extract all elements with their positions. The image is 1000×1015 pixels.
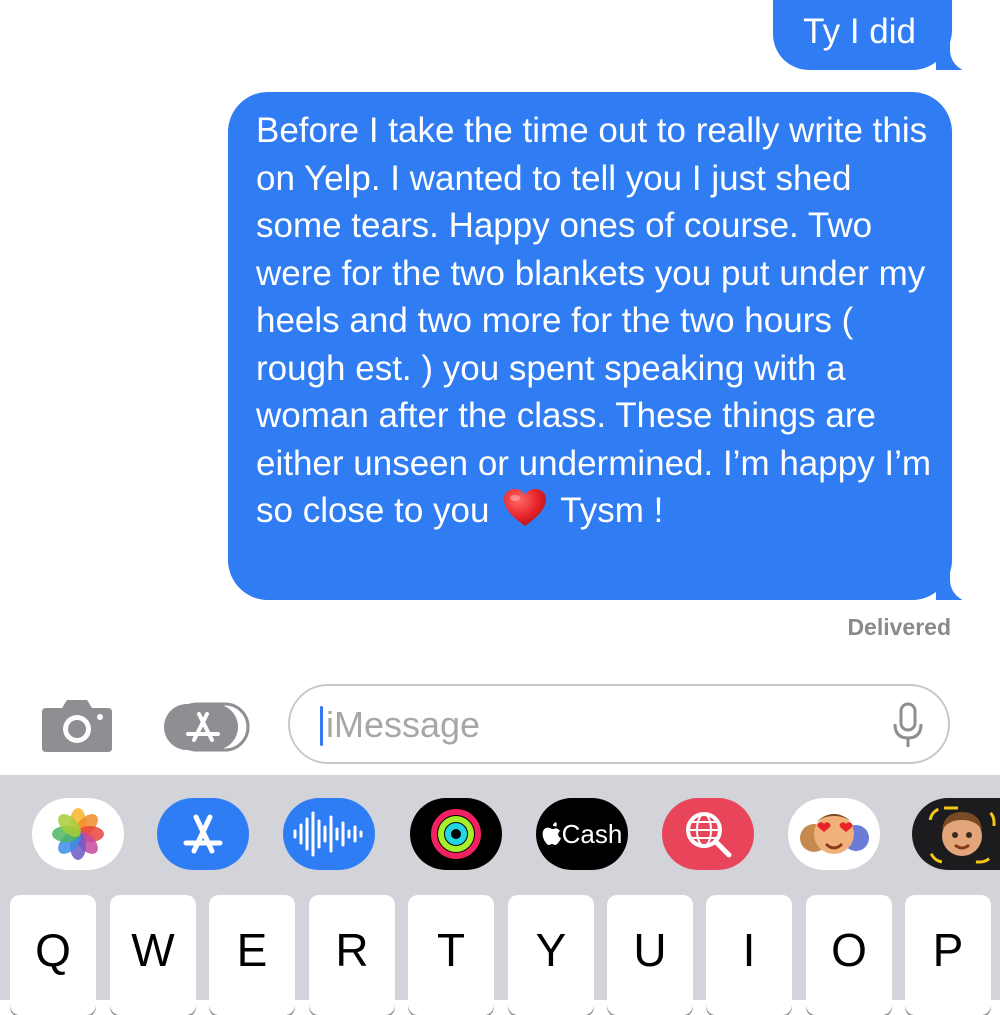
app-drawer: Cash: [0, 775, 1000, 895]
message-input[interactable]: iMessage: [288, 684, 950, 764]
bubble-tail: [936, 42, 978, 72]
compose-bar: iMessage: [0, 680, 1000, 775]
key-q[interactable]: Q: [10, 895, 96, 1015]
key-r[interactable]: R: [309, 895, 395, 1015]
apple-logo-icon: [542, 822, 561, 845]
apple-cash-label: Cash: [561, 818, 623, 849]
key-u[interactable]: U: [607, 895, 693, 1015]
app-store-icon: [183, 814, 223, 854]
waveform-icon: [293, 811, 363, 857]
activity-app-button[interactable]: [410, 798, 502, 870]
key-o[interactable]: O: [806, 895, 892, 1015]
text-cursor: [320, 706, 323, 746]
key-e[interactable]: E: [209, 895, 295, 1015]
memoji-icon: [928, 806, 996, 864]
app-store-button[interactable]: [157, 798, 249, 870]
heart-emoji-icon: [504, 489, 547, 526]
image-search-button[interactable]: [662, 798, 754, 870]
message-text: Before I take the time out to really wri…: [256, 111, 932, 530]
globe-search-icon: [686, 812, 732, 858]
photos-app-button[interactable]: [32, 798, 124, 870]
key-w[interactable]: W: [110, 895, 196, 1015]
memoji-stickers-icon: [800, 814, 869, 854]
memoji-button[interactable]: [912, 798, 1000, 870]
key-y[interactable]: Y: [508, 895, 594, 1015]
apple-cash-button[interactable]: Cash: [536, 798, 628, 870]
activity-rings-icon: [431, 809, 481, 859]
keyboard: Q W E R T Y U I O P: [0, 895, 1000, 1015]
message-bubble[interactable]: Before I take the time out to really wri…: [228, 92, 952, 600]
message-bubble[interactable]: Ty I did: [773, 0, 952, 70]
message-text: Tysm !: [560, 491, 664, 530]
microphone-icon[interactable]: [892, 702, 924, 750]
message-input-placeholder: iMessage: [326, 704, 481, 745]
delivery-status: Delivered: [847, 614, 951, 640]
audio-message-button[interactable]: [283, 798, 375, 870]
key-t[interactable]: T: [408, 895, 494, 1015]
key-p[interactable]: P: [905, 895, 991, 1015]
key-i[interactable]: I: [706, 895, 792, 1015]
memoji-stickers-button[interactable]: [788, 798, 880, 870]
message-text: Ty I did: [803, 12, 916, 51]
bubble-tail: [936, 572, 978, 602]
message-thread: Ty I did Before I take the time out to r…: [0, 0, 1000, 680]
app-store-icon[interactable]: [162, 702, 252, 752]
camera-icon[interactable]: [40, 696, 114, 754]
photos-icon: [52, 808, 104, 860]
